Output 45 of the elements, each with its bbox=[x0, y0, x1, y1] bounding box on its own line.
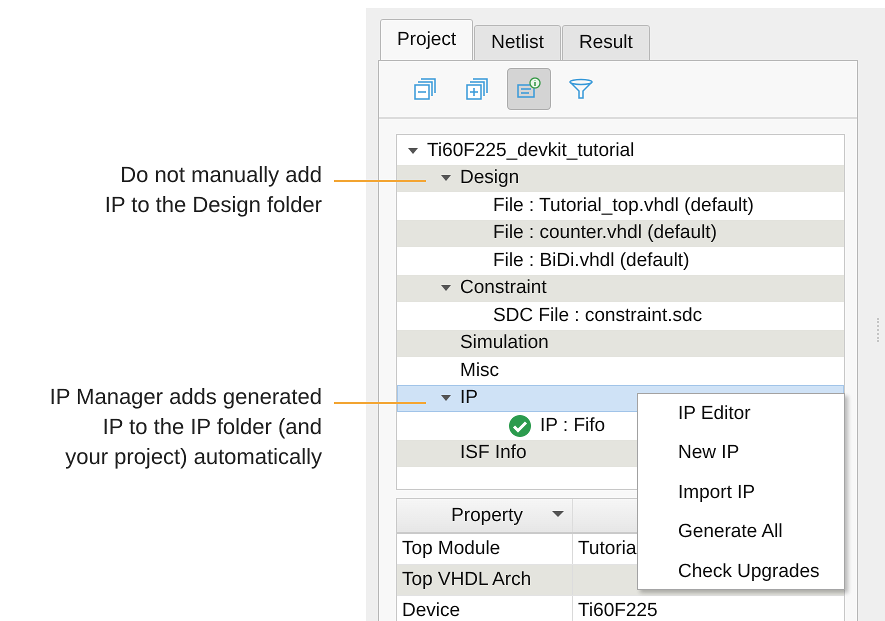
tab[interactable]: Project bbox=[380, 19, 474, 60]
expand-icon bbox=[465, 77, 489, 101]
tree-item-label: Ti60F225_devkit_tutorial bbox=[427, 140, 634, 162]
tree-item-label: File : Tutorial_top.vhdl (default) bbox=[493, 194, 754, 217]
resize-grip[interactable] bbox=[877, 318, 881, 342]
expanded-caret-icon[interactable] bbox=[440, 393, 452, 404]
tree-row[interactable]: Ti60F225_devkit_tutorial bbox=[397, 137, 844, 164]
filter-icon bbox=[568, 78, 594, 100]
tree-item-label: Design bbox=[460, 167, 520, 190]
callout-text: IP Manager adds generated IP to the IP folder (and your project) automatically bbox=[48, 383, 322, 471]
dropdown-caret-icon[interactable] bbox=[552, 510, 564, 518]
menu-item[interactable]: Check Upgrades bbox=[638, 552, 844, 591]
tree-item-label: IP : Fifo bbox=[540, 414, 606, 437]
tree-row[interactable]: SDC File : constraint.sdc bbox=[397, 302, 844, 330]
expanded-caret-icon[interactable] bbox=[440, 283, 452, 294]
tree-item-label: Constraint bbox=[460, 277, 547, 300]
property-name: Top VHDL Arch bbox=[401, 568, 532, 592]
property-value: Ti60F225 bbox=[578, 600, 658, 621]
tree-row[interactable]: Simulation bbox=[397, 330, 844, 357]
tree-item-label: Misc bbox=[460, 360, 500, 382]
info-button[interactable] bbox=[507, 68, 551, 110]
property-value: Tutoria bbox=[578, 538, 636, 560]
info-document-icon bbox=[516, 77, 542, 101]
tree-row[interactable]: Design bbox=[397, 164, 844, 192]
expanded-caret-icon[interactable] bbox=[440, 173, 452, 184]
menu-item[interactable]: Import IP bbox=[638, 472, 844, 512]
property-name: Top Module bbox=[401, 537, 502, 561]
tree-item-label: SDC File : constraint.sdc bbox=[493, 304, 702, 327]
tree-item-label: File : BiDi.vhdl (default) bbox=[493, 250, 690, 272]
tree-item-label: ISF Info bbox=[460, 442, 527, 464]
tree-row[interactable]: File : counter.vhdl (default) bbox=[397, 220, 844, 247]
tree-item-label: File : counter.vhdl (default) bbox=[493, 222, 717, 244]
tree-row[interactable]: File : Tutorial_top.vhdl (default) bbox=[397, 192, 844, 220]
tab[interactable]: Result bbox=[562, 25, 650, 60]
tree-item-label: Simulation bbox=[460, 332, 549, 354]
tree-item-label: IP bbox=[460, 387, 478, 410]
menu-item[interactable]: Generate All bbox=[638, 512, 844, 552]
tree-row[interactable]: File : BiDi.vhdl (default) bbox=[397, 247, 844, 274]
tree-row[interactable]: Constraint bbox=[397, 274, 844, 302]
collapse-icon bbox=[413, 77, 437, 101]
callout-text: Do not manually add IP to the Design folder bbox=[104, 161, 322, 219]
tree-row[interactable]: Misc bbox=[397, 357, 844, 384]
property-name: Device bbox=[401, 599, 462, 621]
tab[interactable]: Netlist bbox=[474, 25, 561, 60]
expanded-caret-icon[interactable] bbox=[407, 146, 419, 156]
